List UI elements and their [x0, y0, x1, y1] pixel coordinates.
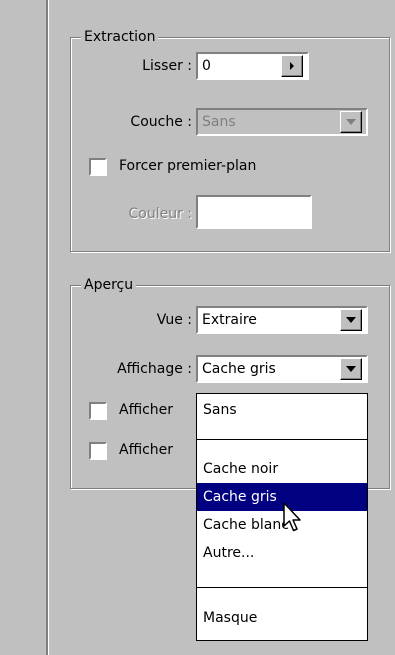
arrow-cursor-icon — [283, 502, 301, 532]
triangle-down-icon — [346, 119, 356, 125]
display-dropdown-button[interactable] — [340, 358, 362, 380]
layer-label: Couche : — [130, 114, 192, 130]
dropdown-item-autre[interactable]: Autre... — [197, 539, 367, 567]
layer-select[interactable]: Sans — [196, 108, 368, 136]
dropdown-item-cache-noir[interactable]: Cache noir — [197, 455, 367, 483]
display-value: Cache gris — [202, 361, 276, 377]
force-foreground-label: Forcer premier-plan — [119, 158, 257, 174]
triangle-down-icon — [346, 317, 356, 323]
color-swatch[interactable] — [196, 195, 312, 229]
dropdown-separator — [197, 587, 367, 588]
view-value: Extraire — [202, 312, 257, 328]
smooth-label: Lisser : — [142, 58, 192, 74]
smooth-value: 0 — [202, 58, 211, 74]
view-label: Vue : — [156, 312, 192, 328]
margin-highlight — [48, 0, 49, 655]
show-checkbox-1[interactable] — [89, 402, 107, 420]
preview-legend: Aperçu — [81, 275, 137, 295]
view-dropdown-button[interactable] — [340, 309, 362, 331]
show-label-2: Afficher — [119, 442, 174, 458]
layer-dropdown-button[interactable] — [340, 111, 362, 133]
view-select[interactable]: Extraire — [196, 306, 368, 334]
triangle-down-icon — [346, 366, 356, 372]
left-margin — [0, 0, 49, 655]
smooth-input[interactable]: 0 — [196, 52, 309, 80]
extraction-legend: Extraction — [81, 27, 159, 47]
color-label: Couleur : — [128, 206, 192, 222]
display-dropdown-list[interactable]: Sans Cache noir Cache gris Cache blanc A… — [196, 393, 368, 641]
dropdown-item-cache-gris[interactable]: Cache gris — [197, 483, 367, 511]
dropdown-separator — [197, 439, 367, 440]
dropdown-item-cache-blanc[interactable]: Cache blanc — [197, 511, 367, 539]
dropdown-item-masque[interactable]: Masque — [197, 604, 367, 632]
display-select[interactable]: Cache gris — [196, 355, 368, 383]
triangle-right-icon — [290, 62, 294, 70]
smooth-slider-button[interactable] — [281, 55, 303, 77]
display-label: Affichage : — [117, 361, 192, 377]
force-foreground-checkbox[interactable] — [89, 158, 107, 176]
show-label-1: Afficher — [119, 402, 174, 418]
dropdown-item-sans[interactable]: Sans — [197, 396, 367, 424]
layer-value: Sans — [202, 114, 236, 130]
show-checkbox-2[interactable] — [89, 442, 107, 460]
